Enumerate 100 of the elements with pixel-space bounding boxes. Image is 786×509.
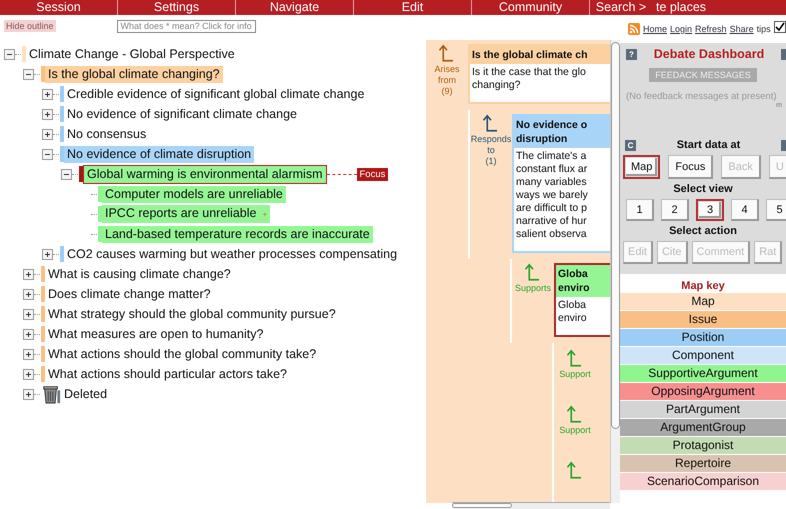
up-arrow-icon <box>524 263 542 283</box>
map-key-item: ArgumentGroup <box>620 419 786 437</box>
up-arrow-icon <box>482 114 500 134</box>
expand-icon[interactable] <box>42 108 53 120</box>
panel-icon[interactable] <box>780 48 786 60</box>
expand-icon[interactable] <box>23 368 34 380</box>
tree-item[interactable]: Is the global climate changing? <box>45 66 223 82</box>
expand-icon[interactable] <box>23 388 34 400</box>
relation-label: Support <box>559 425 591 436</box>
panel-icon[interactable] <box>780 140 786 150</box>
horizontal-scrollbar[interactable] <box>452 502 610 509</box>
collapse-icon[interactable] <box>61 168 72 180</box>
tree-item[interactable]: IPCC reports are unreliable + <box>102 205 270 223</box>
kind-bar <box>41 66 45 82</box>
tree-item[interactable]: No evidence of significant climate change <box>64 106 300 122</box>
tree-item[interactable]: CO2 causes warming but weather processes compensating <box>64 246 400 262</box>
relation-label: Arises from (9) <box>434 64 460 97</box>
tips-checkbox[interactable] <box>774 21 786 33</box>
kind-bar <box>60 146 64 162</box>
map-key-title: Map key <box>680 280 726 292</box>
focus-tag: Focus <box>356 168 388 180</box>
nav-link[interactable]: Home <box>643 24 668 34</box>
start-button[interactable]: Map <box>623 155 660 179</box>
tree-item[interactable]: Global warming is environmental alarmism <box>83 164 326 184</box>
node-text: Globa enviro <box>557 298 588 326</box>
tree-item[interactable]: What measures are open to humanity? <box>45 326 266 342</box>
menu-item[interactable]: Search > <box>590 0 652 15</box>
collapse-icon[interactable] <box>42 148 53 160</box>
map-key-item: OpposingArgument <box>620 383 786 401</box>
expand-icon[interactable] <box>42 128 53 140</box>
expand-icon[interactable] <box>23 348 34 360</box>
relation-label: Support <box>559 369 591 380</box>
kind-bar <box>98 206 102 222</box>
expand-icon[interactable] <box>23 268 34 280</box>
focus-bar <box>79 166 83 182</box>
node-title: No evidence o disruption <box>514 116 610 148</box>
node-text: The climate's a constant flux ar many variables ways we barely are difficult to p narrative of hur salient observa <box>515 149 589 242</box>
up-arrow-icon <box>438 44 456 64</box>
tree-item[interactable]: Credible evidence of significant global climate change <box>64 86 368 102</box>
tree-item[interactable]: Land-based temperature records are inaccurate <box>102 226 373 242</box>
nav-link[interactable]: Share <box>730 24 754 34</box>
feedback-text: (No feedback messages at present) <box>625 91 776 102</box>
menu-item[interactable]: Navigate <box>236 0 354 15</box>
hide-outline-button[interactable]: Hide outline <box>4 20 56 32</box>
map-key-item: Map <box>620 293 786 311</box>
node-card[interactable]: Globa enviro Globa enviro <box>554 263 610 337</box>
expand-icon[interactable] <box>42 88 53 100</box>
tree-item[interactable]: Does climate change matter? <box>45 286 214 302</box>
map-key-item: Issue <box>620 311 786 329</box>
kind-bar <box>60 106 64 122</box>
tree-item[interactable]: What strategy should the global community pursue? <box>45 306 339 322</box>
expand-icon[interactable] <box>23 308 34 320</box>
kind-bar <box>98 226 102 242</box>
collapse-icon[interactable] <box>4 48 15 60</box>
view-button[interactable]: 1 <box>626 199 654 221</box>
trash-can-icon <box>41 384 61 404</box>
tree-item[interactable]: No consensus <box>64 126 150 142</box>
map-key-item: Component <box>620 347 786 365</box>
node-title: Is the global climate ch <box>470 46 610 64</box>
tree-item[interactable]: What actions should the global community take? <box>45 346 320 362</box>
section-label: Select action <box>668 225 738 237</box>
kind-bar <box>60 86 64 102</box>
tree-item[interactable]: No evidence of climate disruption <box>64 146 254 162</box>
kind-bar <box>41 366 45 382</box>
view-button[interactable]: 2 <box>661 199 689 221</box>
kind-bar <box>98 186 102 202</box>
tree-item[interactable]: Computer models are unreliable <box>102 186 286 202</box>
collapse-icon[interactable] <box>23 68 34 80</box>
menu-item[interactable]: Session <box>0 0 118 15</box>
up-arrow-icon <box>566 349 584 369</box>
menu-item[interactable]: Settings <box>118 0 236 15</box>
view-button[interactable]: 5 <box>766 199 786 221</box>
info-link[interactable]: What does * mean? Click for info <box>116 20 256 32</box>
view-button[interactable]: 3 <box>696 199 724 221</box>
expand-icon[interactable] <box>23 328 34 340</box>
node-card[interactable]: No evidence o disruption The climate's a constant flux ar many variables ways we barely are difficult to p narrative of hur salient observa <box>512 114 610 253</box>
map-key-item: PartArgument <box>620 401 786 419</box>
expand-icon[interactable] <box>23 288 34 300</box>
map-key-item: ScenarioComparison <box>620 473 786 491</box>
view-button[interactable]: 4 <box>731 199 759 221</box>
node-card[interactable]: Is the global climate ch Is it the case that the glo changing? <box>468 44 610 104</box>
tree-item[interactable]: What is causing climate change? <box>45 266 234 282</box>
tree-item[interactable]: Climate Change - Global Perspective <box>26 46 238 62</box>
nav-link[interactable]: Refresh <box>695 24 727 34</box>
kind-bar <box>60 126 64 142</box>
expand-icon[interactable] <box>42 248 53 260</box>
menu-item[interactable]: te places <box>652 0 742 15</box>
node-title: Globa enviro <box>556 265 610 297</box>
help-icon[interactable]: ? <box>626 48 637 60</box>
kind-bar <box>41 266 45 282</box>
tree-item[interactable]: What actions should particular actors take? <box>45 366 290 382</box>
dashboard-title: Debate Dashboard <box>654 47 764 61</box>
tips-label: tips <box>756 24 771 34</box>
start-button[interactable]: Focus <box>668 155 714 179</box>
kind-bar <box>41 286 45 302</box>
section-label: Start data at <box>676 139 740 151</box>
nav-link[interactable]: Login <box>670 24 692 34</box>
collapse-section-icon[interactable]: C <box>625 140 636 150</box>
tree-item[interactable]: Deleted <box>61 386 110 402</box>
relation-label: Responds to (1) <box>470 134 512 167</box>
